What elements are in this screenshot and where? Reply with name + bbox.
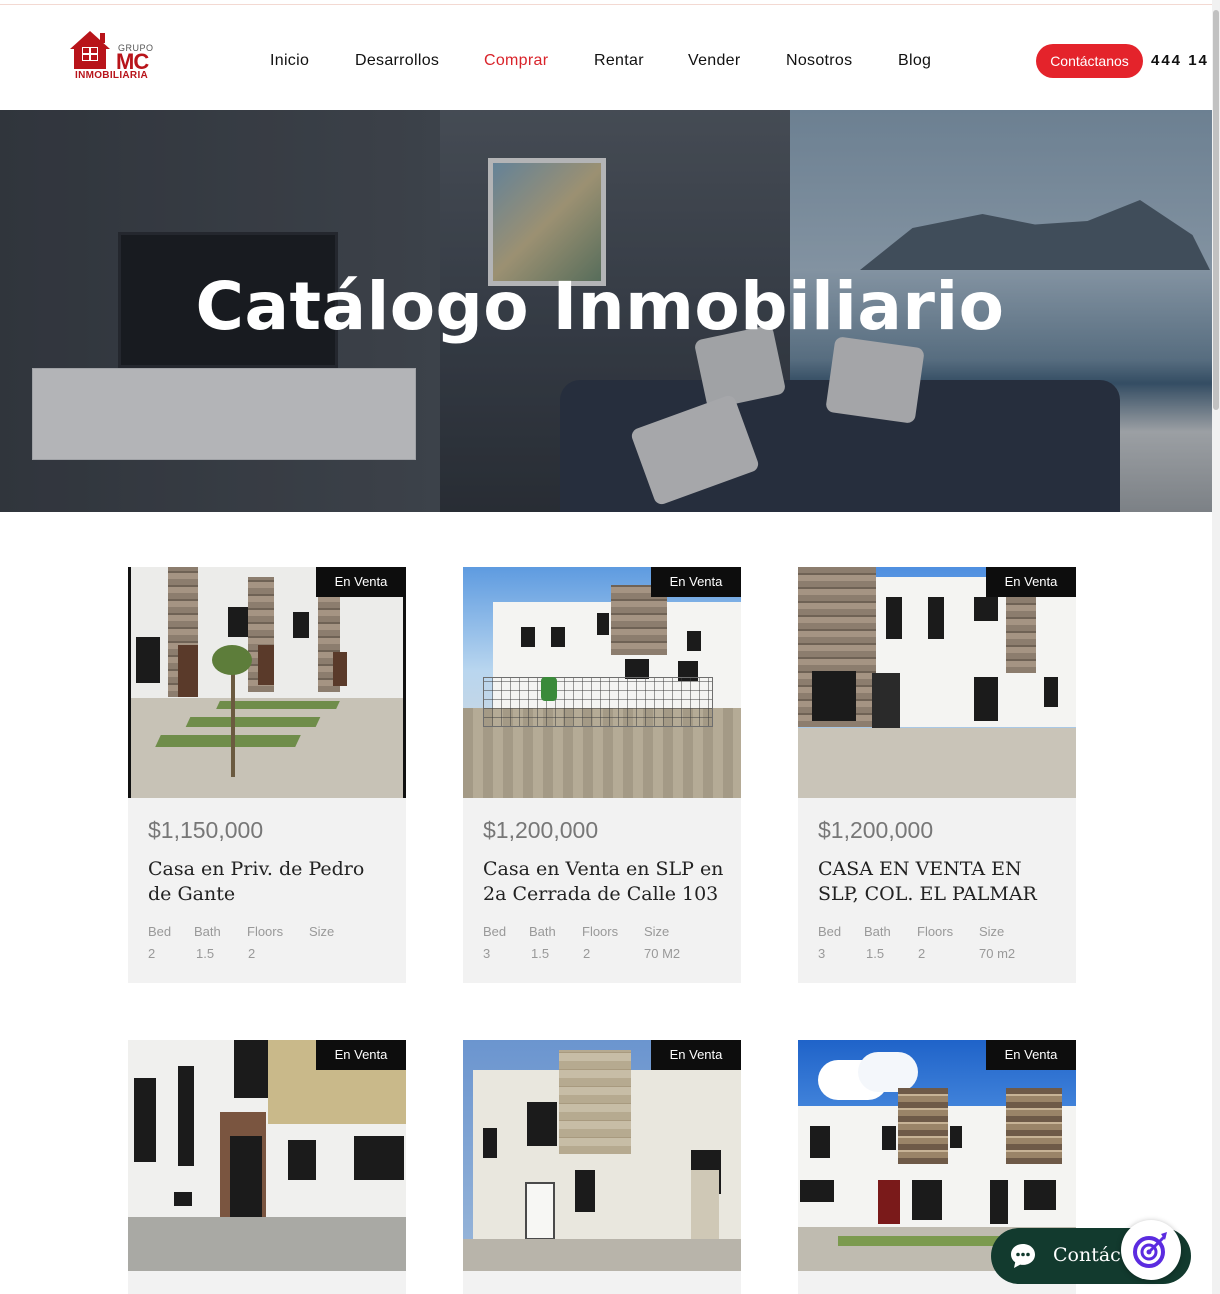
nav-item-vender[interactable]: Vender [688, 52, 741, 70]
contact-button[interactable]: Contáctanos [1036, 44, 1143, 78]
page-title: Catálogo Inmobiliario [195, 268, 1005, 345]
spec-value-bed: 2 [148, 946, 156, 961]
listing-title[interactable]: Casa en Priv. de Pedro de Gante [148, 857, 393, 907]
spec-label-bed: Bed [483, 924, 507, 939]
listing-card[interactable]: En Venta $1,200,000 Casa en Venta en SLP… [463, 567, 741, 983]
listing-title[interactable]: Casa en Venta en SLP en 2a Cerrada de Ca… [483, 857, 728, 907]
spec-value-floors: 2 [248, 946, 256, 961]
spec-value-floors: 2 [918, 946, 926, 961]
nav-item-comprar[interactable]: Comprar [484, 52, 548, 70]
spec-label-floors: Floors [247, 924, 284, 939]
listing-card[interactable]: En Venta [463, 1040, 741, 1294]
status-badge: En Venta [316, 1040, 406, 1070]
spec-label-size: Size [644, 924, 670, 939]
listing-price: $1,150,000 [148, 817, 264, 843]
listing-card[interactable]: En Venta $1,200,000 CASA EN VENTA EN SLP… [798, 567, 1076, 983]
spec-value-bath: 1.5 [866, 946, 885, 961]
nav-item-desarrollos[interactable]: Desarrollos [355, 52, 439, 70]
phone-number[interactable]: 444 14 [1151, 52, 1209, 69]
logo-inmobiliaria-text: INMOBILIARIA [75, 70, 149, 81]
listing-photo[interactable]: En Venta [798, 567, 1076, 798]
spec-label-bath: Bath [864, 924, 891, 939]
nav-item-blog[interactable]: Blog [898, 52, 931, 70]
scrollbar[interactable] [1212, 0, 1220, 1294]
listing-price: $1,200,000 [483, 817, 599, 843]
spec-value-bed: 3 [483, 946, 491, 961]
nav-item-rentar[interactable]: Rentar [594, 52, 644, 70]
spec-label-bed: Bed [818, 924, 842, 939]
listing-card[interactable]: En Venta $1,150,000 Casa en Priv. de Ped… [128, 567, 406, 983]
spec-value-size: 70 m2 [979, 946, 1016, 961]
target-arrow-icon [1133, 1232, 1167, 1268]
spec-label-floors: Floors [917, 924, 954, 939]
spec-value-size: 70 M2 [644, 946, 681, 961]
listing-price: $1,200,000 [818, 817, 934, 843]
spec-label-bath: Bath [194, 924, 221, 939]
status-badge: En Venta [986, 567, 1076, 597]
site-header: GRUPO MC INMOBILIARIA Inicio Desarrollos… [0, 5, 1212, 110]
hero-banner: Catálogo Inmobiliario [0, 110, 1212, 512]
status-badge: En Venta [316, 567, 406, 597]
status-badge: En Venta [651, 567, 741, 597]
listing-photo[interactable]: En Venta [463, 1040, 741, 1271]
status-badge: En Venta [651, 1040, 741, 1070]
spec-label-size: Size [309, 924, 335, 939]
spec-value-bed: 3 [818, 946, 826, 961]
spec-value-floors: 2 [583, 946, 591, 961]
spec-value-bath: 1.5 [196, 946, 215, 961]
spec-label-floors: Floors [582, 924, 619, 939]
listing-photo[interactable]: En Venta [128, 567, 406, 798]
spec-value-bath: 1.5 [531, 946, 550, 961]
spec-label-size: Size [979, 924, 1005, 939]
brand-logo[interactable]: GRUPO MC INMOBILIARIA [68, 27, 158, 87]
listing-card[interactable]: En Venta [128, 1040, 406, 1294]
spec-label-bath: Bath [529, 924, 556, 939]
nav-item-inicio[interactable]: Inicio [270, 52, 309, 70]
scrollbar-thumb[interactable] [1213, 10, 1219, 410]
nav-item-nosotros[interactable]: Nosotros [786, 52, 852, 70]
accessibility-widget-button[interactable] [1121, 1220, 1181, 1280]
listing-photo[interactable]: En Venta [463, 567, 741, 798]
listing-photo[interactable]: En Venta [128, 1040, 406, 1271]
status-badge: En Venta [986, 1040, 1076, 1070]
spec-label-bed: Bed [148, 924, 172, 939]
listing-title[interactable]: CASA EN VENTA EN SLP, COL. EL PALMAR [818, 857, 1063, 907]
chat-bubble-icon [1011, 1244, 1035, 1268]
